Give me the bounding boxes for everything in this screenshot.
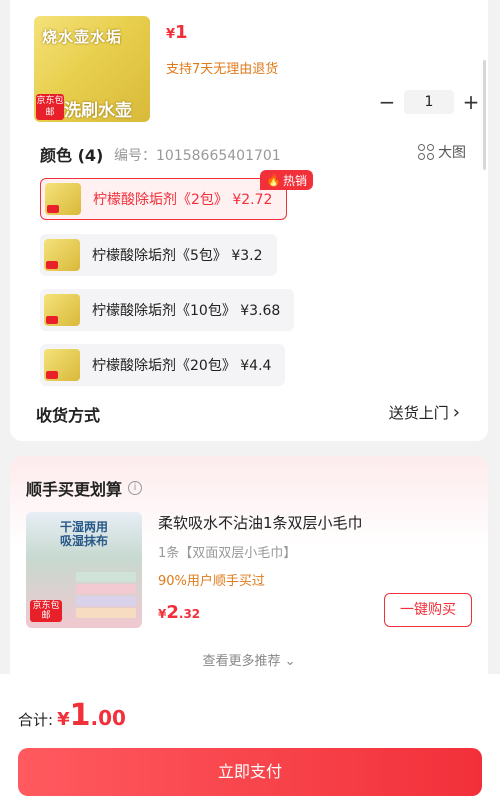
- option-label: 柠檬酸除垢剂《20包》 ¥4.4: [92, 358, 272, 374]
- recommendation-image-tag: 干湿两用 吸湿抹布: [59, 520, 108, 548]
- quantity-value[interactable]: 1: [404, 90, 454, 114]
- option-thumbnail: [44, 349, 80, 381]
- quantity-stepper: − 1 +: [376, 90, 482, 114]
- total-decimal: .00: [90, 706, 126, 730]
- option-label: 柠檬酸除垢剂《5包》 ¥3.2: [92, 248, 263, 264]
- towels-illustration: [76, 572, 136, 622]
- recommendation-purchase-rate: 90%用户顺手买过: [158, 574, 265, 589]
- large-image-toggle[interactable]: 大图: [418, 142, 466, 162]
- total-symbol: ¥: [57, 709, 70, 730]
- option-thumbnail: [44, 294, 80, 326]
- delivery-method-selector[interactable]: 送货上门 ›: [389, 402, 460, 423]
- recommendation-spec: 1条【双面双层小毛巾】: [158, 546, 297, 561]
- info-icon[interactable]: i: [128, 481, 143, 495]
- see-more-recommendations[interactable]: 查看更多推荐 ⌄: [10, 650, 488, 669]
- recommendation-title: 顺手买更划算 i: [26, 476, 143, 500]
- color-option-20-pack[interactable]: 柠檬酸除垢剂《20包》 ¥4.4: [40, 344, 286, 386]
- option-label: 柠檬酸除垢剂《10包》 ¥3.68: [92, 303, 281, 319]
- total-integer: 1: [69, 698, 91, 733]
- increase-quantity-button[interactable]: +: [460, 90, 482, 114]
- checkout-bar: 合计: ¥ 1 .00 立即支付: [0, 674, 500, 810]
- thumbnail-text-top: 烧水壶水垢: [42, 28, 123, 46]
- price-symbol: ¥: [166, 27, 176, 42]
- color-section-title: 颜色 (4): [40, 146, 104, 165]
- color-option-5-pack[interactable]: 柠檬酸除垢剂《5包》 ¥3.2: [40, 234, 277, 276]
- delivery-method-value: 送货上门: [388, 404, 449, 422]
- total-label: 合计:: [18, 711, 54, 729]
- recommendation-title-text: 顺手买更划算: [26, 480, 123, 499]
- free-shipping-badge: 京东包邮: [36, 94, 64, 120]
- thumbnail-text-bottom: 洗刷水壶: [64, 101, 132, 121]
- large-image-label: 大图: [438, 145, 466, 161]
- decrease-quantity-button[interactable]: −: [376, 90, 398, 114]
- price-integer: 2: [166, 602, 179, 623]
- chevron-right-icon: ›: [452, 402, 460, 423]
- hot-sale-label: 热销: [282, 173, 307, 188]
- recommendation-product-name[interactable]: 柔软吸水不沾油1条双层小毛巾: [158, 512, 363, 533]
- hot-sale-badge: 🔥 热销: [260, 170, 313, 190]
- sku-card: 烧水壶水垢 洗刷水壶 京东包邮 ¥1 支持7天无理由退货 − 1 + 颜色 (4…: [10, 0, 488, 441]
- price-decimal: .32: [178, 607, 201, 621]
- color-option-10-pack[interactable]: 柠檬酸除垢剂《10包》 ¥3.68: [40, 289, 295, 331]
- scrollbar[interactable]: [483, 60, 486, 170]
- price-value: 1: [175, 22, 188, 43]
- product-price: ¥1: [166, 22, 188, 43]
- option-label: 柠檬酸除垢剂《2包》 ¥2.72: [93, 192, 273, 208]
- return-policy-note: 支持7天无理由退货: [166, 62, 279, 77]
- option-thumbnail: [44, 239, 80, 271]
- delivery-method-title: 收货方式: [36, 406, 101, 425]
- recommendation-price: ¥2.32: [158, 602, 200, 623]
- flame-icon: 🔥: [266, 173, 281, 187]
- order-total: 合计: ¥ 1 .00: [18, 698, 126, 733]
- sku-number: 编号：10158665401701: [114, 148, 281, 164]
- free-shipping-badge: 京东包邮: [30, 600, 62, 622]
- color-option-2-pack[interactable]: 柠檬酸除垢剂《2包》 ¥2.72: [40, 178, 288, 220]
- grid-view-icon: [418, 144, 434, 160]
- option-thumbnail: [45, 183, 81, 215]
- see-more-label: 查看更多推荐: [202, 654, 281, 669]
- one-click-buy-button[interactable]: 一键购买: [384, 593, 472, 627]
- product-thumbnail[interactable]: 烧水壶水垢 洗刷水壶 京东包邮: [34, 16, 150, 122]
- pay-now-button[interactable]: 立即支付: [18, 748, 482, 796]
- chevron-down-icon: ⌄: [284, 654, 296, 669]
- recommendation-card: 顺手买更划算 i 干湿两用 吸湿抹布 京东包邮 柔软吸水不沾油1条双层小毛巾 1…: [10, 456, 488, 686]
- recommendation-image[interactable]: 干湿两用 吸湿抹布 京东包邮: [26, 512, 142, 628]
